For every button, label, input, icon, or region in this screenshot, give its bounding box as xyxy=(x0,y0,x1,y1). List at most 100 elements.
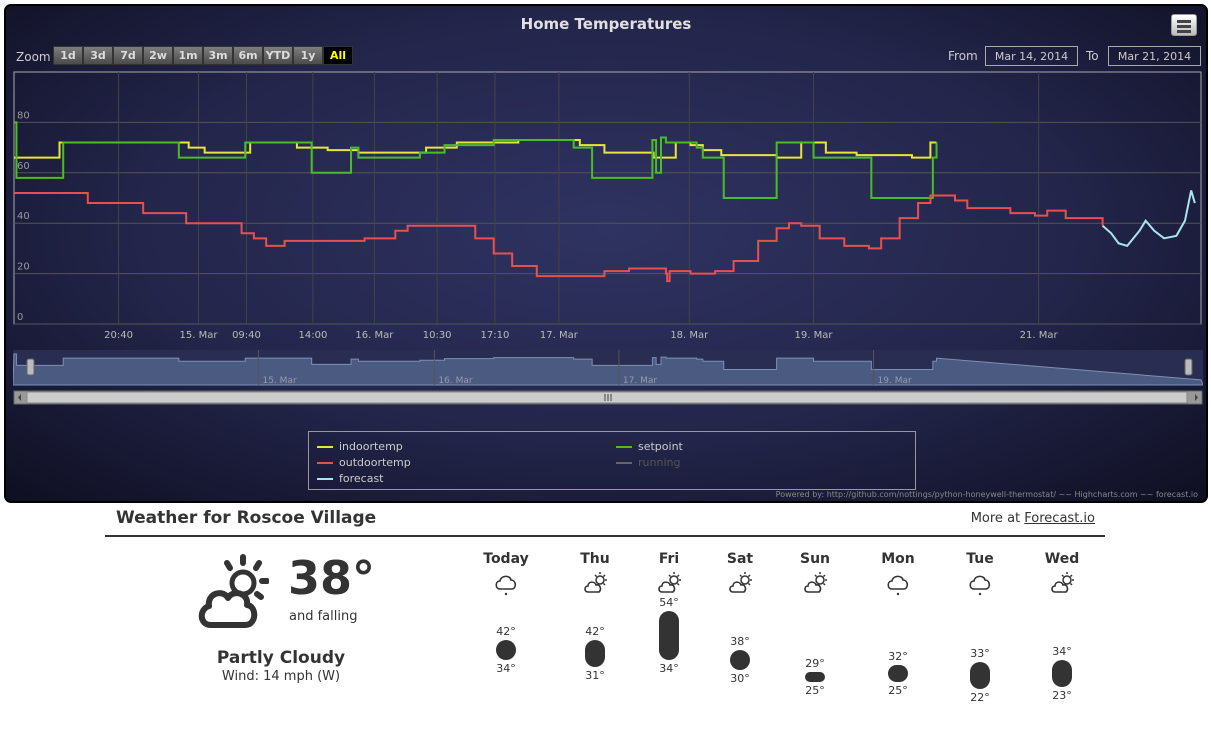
series-line-forecast[interactable] xyxy=(1101,190,1196,248)
x-tick-label: 09:40 xyxy=(232,330,261,341)
menu-icon xyxy=(1177,20,1191,23)
legend-item-outdoortemp[interactable]: outdoortemp xyxy=(317,456,411,469)
forecast-low: 25° xyxy=(805,684,825,698)
series-line-outdoortemp[interactable] xyxy=(14,191,1104,283)
weather-title: Weather for Roscoe Village xyxy=(116,508,377,528)
forecast-high: 42° xyxy=(496,625,516,639)
forecast-day-name: Sun xyxy=(799,551,831,567)
navigator-tick-label: 15. Mar xyxy=(263,376,297,386)
x-tick-label: 19. Mar xyxy=(795,330,834,341)
y-tick-label: 20 xyxy=(17,262,30,273)
x-tick-label: 21. Mar xyxy=(1020,330,1059,341)
weather-more: More at Forecast.io xyxy=(971,511,1095,526)
forecast-day-name: Wed xyxy=(1044,551,1080,567)
legend-swatch xyxy=(616,445,632,448)
legend-label: forecast xyxy=(339,472,384,485)
current-temperature: 38° xyxy=(288,551,376,605)
legend-item-setpoint[interactable]: setpoint xyxy=(616,440,683,453)
to-label: To xyxy=(1086,49,1099,63)
x-tick-label: 17. Mar xyxy=(540,330,579,341)
main-line-chart[interactable]: 0 20 40 60 80 20:40 15. Mar 09:40 14:00 16. Mar 10… xyxy=(13,70,1203,345)
navigator-tick-label: 17. Mar xyxy=(623,376,657,386)
forecast-high: 42° xyxy=(585,625,605,639)
current-wind: Wind: 14 mph (W) xyxy=(221,669,341,684)
chart-menu-button[interactable] xyxy=(1171,14,1197,36)
forecast-day-name: Thu xyxy=(580,551,610,567)
forecast-day-name: Sat xyxy=(726,551,754,567)
legend-swatch xyxy=(317,477,333,480)
partly-cloudy-day-icon xyxy=(197,553,270,635)
temperature-range-bar xyxy=(585,640,605,668)
temperature-range-bar xyxy=(805,672,825,683)
temperature-range-bar xyxy=(970,662,990,690)
navigator-left-handle[interactable] xyxy=(26,358,35,376)
series-line-setpoint[interactable] xyxy=(14,121,938,199)
divider xyxy=(105,535,1105,537)
navigator[interactable]: 15. Mar 16. Mar 17. Mar 19. Mar xyxy=(13,345,1203,405)
zoom-label: Zoom xyxy=(16,50,51,64)
legend-item-indoortemp[interactable]: indoortemp xyxy=(317,440,403,453)
plot-area xyxy=(13,71,1202,325)
drizzle-icon xyxy=(968,571,994,601)
legend-item-forecast[interactable]: forecast xyxy=(317,472,383,485)
forecast-high: 38° xyxy=(730,635,750,649)
current-summary: Partly Cloudy xyxy=(216,648,346,668)
temperature-range-bar xyxy=(659,611,679,660)
to-date-input[interactable]: Mar 21, 2014 xyxy=(1108,46,1201,66)
zoom-button-all[interactable]: All xyxy=(323,46,353,65)
partly-cloudy-day-icon xyxy=(1050,571,1076,601)
forecast-high: 34° xyxy=(1052,645,1072,658)
legend-item-running[interactable]: running xyxy=(616,456,680,469)
chart-legend: indoortemp setpoint outdoortemp running fore… xyxy=(308,431,916,490)
x-tick-label: 17:10 xyxy=(481,330,510,341)
forecast-link[interactable]: Forecast.io xyxy=(1024,511,1095,526)
y-tick-label: 60 xyxy=(17,161,30,172)
temperature-range-bar xyxy=(496,640,516,660)
legend-swatch xyxy=(317,445,333,448)
zoom-button-ytd[interactable]: YTD xyxy=(263,46,293,65)
x-tick-label: 18. Mar xyxy=(670,330,709,341)
more-prefix: More at xyxy=(970,511,1021,526)
zoom-button-1y[interactable]: 1y xyxy=(293,46,323,65)
zoom-button-6m[interactable]: 6m xyxy=(233,46,263,65)
partly-cloudy-day-icon xyxy=(728,571,754,601)
y-tick-label: 0 xyxy=(17,312,23,323)
zoom-button-3d[interactable]: 3d xyxy=(83,46,113,65)
legend-swatch xyxy=(616,461,632,464)
partly-cloudy-day-icon xyxy=(803,571,829,601)
legend-label: outdoortemp xyxy=(339,456,411,469)
forecast-high: 32° xyxy=(888,649,908,663)
chart-title: Home Temperatures xyxy=(520,15,692,33)
forecast-day-name: Mon xyxy=(881,551,915,567)
zoom-button-1d[interactable]: 1d xyxy=(53,46,83,65)
scrollbar-thumb[interactable] xyxy=(26,391,1188,404)
from-date-input[interactable]: Mar 14, 2014 xyxy=(985,46,1078,66)
legend-label: indoortemp xyxy=(339,440,403,453)
chart-credits: Powered by: http://github.com/nottings/p… xyxy=(775,490,1198,499)
forecast-day-name: Fri xyxy=(658,551,680,567)
forecast-day-name: Tue xyxy=(966,551,994,567)
forecast-high: 33° xyxy=(970,647,990,661)
forecast-day-name: Today xyxy=(483,551,529,567)
zoom-button-2w[interactable]: 2w xyxy=(143,46,173,65)
x-tick-label: 10:30 xyxy=(423,330,452,341)
legend-label: running xyxy=(638,456,681,469)
navigator-tick-label: 19. Mar xyxy=(878,376,912,386)
forecast-high: 54° xyxy=(659,596,679,609)
y-tick-label: 80 xyxy=(17,110,30,121)
drizzle-icon xyxy=(886,571,912,601)
forecast-low: 23° xyxy=(1052,688,1072,702)
legend-label: setpoint xyxy=(638,440,683,453)
from-label: From xyxy=(948,49,978,63)
navigator-right-handle[interactable] xyxy=(1184,358,1193,376)
zoom-button-3m[interactable]: 3m xyxy=(203,46,233,65)
x-tick-label: 14:00 xyxy=(298,330,327,341)
navigator-tick-label: 16. Mar xyxy=(438,376,472,386)
forecast-low: 25° xyxy=(888,684,908,698)
zoom-button-7d[interactable]: 7d xyxy=(113,46,143,65)
temperature-trend: and falling xyxy=(289,609,358,624)
temperature-range-bar xyxy=(888,664,908,683)
forecast-low: 34° xyxy=(496,662,516,675)
zoom-button-1m[interactable]: 1m xyxy=(173,46,203,65)
x-tick-label: 16. Mar xyxy=(355,330,394,341)
